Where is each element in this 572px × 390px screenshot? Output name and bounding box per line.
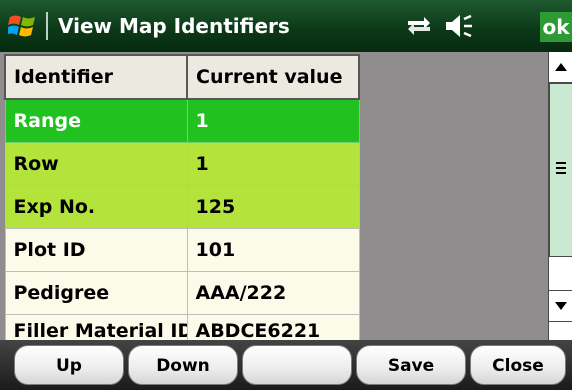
blank-button[interactable] <box>242 345 352 385</box>
identifier-cell[interactable]: Pedigree <box>4 271 188 315</box>
close-button[interactable]: Close <box>470 345 566 385</box>
table-row[interactable]: Range 1 <box>4 98 360 143</box>
up-button[interactable]: Up <box>14 345 124 385</box>
scrollbar-thumb[interactable] <box>549 83 572 257</box>
window-title: View Map Identifiers <box>58 14 290 38</box>
identifier-cell[interactable]: Range <box>4 98 188 143</box>
ok-button[interactable]: ok <box>540 12 572 42</box>
identifier-cell[interactable]: Filler Material ID <box>4 314 188 340</box>
scroll-up-arrow-icon[interactable] <box>549 52 572 83</box>
vertical-scrollbar[interactable] <box>548 52 572 340</box>
volume-icon[interactable] <box>444 13 474 39</box>
value-cell[interactable]: 125 <box>186 185 360 229</box>
thumb-grip-icon <box>556 172 566 174</box>
value-cell[interactable]: 101 <box>186 228 360 272</box>
thumb-grip-icon <box>556 167 566 169</box>
value-cell[interactable]: ABDCE6221 <box>186 314 360 340</box>
identifiers-table: Identifier Current value Range 1 Row 1 E… <box>4 54 360 340</box>
thumb-grip-icon <box>556 162 566 164</box>
windows-logo-icon[interactable] <box>8 11 38 41</box>
value-cell[interactable]: 1 <box>186 98 360 143</box>
table-row[interactable]: Filler Material ID ABDCE6221 <box>4 314 360 340</box>
identifier-cell[interactable]: Row <box>4 142 188 186</box>
connectivity-icon[interactable] <box>406 14 432 38</box>
column-header-identifier[interactable]: Identifier <box>4 54 188 100</box>
table-row[interactable]: Pedigree AAA/222 <box>4 271 360 315</box>
table-row[interactable]: Plot ID 101 <box>4 228 360 272</box>
button-bar: Up Down Save Close <box>0 340 572 390</box>
title-separator <box>46 12 48 40</box>
grid-area: Identifier Current value Range 1 Row 1 E… <box>0 52 572 340</box>
table-row[interactable]: Row 1 <box>4 142 360 186</box>
table-row[interactable]: Exp No. 125 <box>4 185 360 229</box>
title-bar: View Map Identifiers ok <box>0 0 572 53</box>
table-header-row: Identifier Current value <box>4 54 360 100</box>
identifier-cell[interactable]: Exp No. <box>4 185 188 229</box>
column-header-current-value[interactable]: Current value <box>186 54 360 100</box>
scroll-down-arrow-icon[interactable] <box>549 290 572 322</box>
value-cell[interactable]: 1 <box>186 142 360 186</box>
value-cell[interactable]: AAA/222 <box>186 271 360 315</box>
save-button[interactable]: Save <box>356 345 466 385</box>
down-button[interactable]: Down <box>128 345 238 385</box>
identifier-cell[interactable]: Plot ID <box>4 228 188 272</box>
